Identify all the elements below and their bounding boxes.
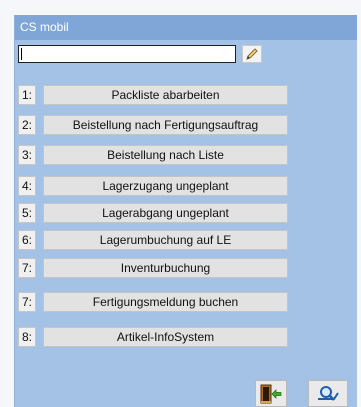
packliste-button[interactable]: Packliste abarbeiten bbox=[43, 85, 288, 105]
exit-button[interactable] bbox=[255, 380, 287, 407]
beistellung-liste-button[interactable]: Beistellung nach Liste bbox=[43, 145, 288, 165]
inventurbuchung-button[interactable]: Inventurbuchung bbox=[43, 258, 288, 278]
artikel-infosystem-button[interactable]: Artikel-InfoSystem bbox=[43, 327, 288, 347]
beistellung-fertigungsauftrag-button[interactable]: Beistellung nach Fertigungsauftrag bbox=[43, 115, 288, 135]
app-window: CS mobil 1: Packliste abarbeiten 2: Beis… bbox=[14, 15, 357, 407]
exit-door-icon bbox=[260, 384, 282, 403]
lagerabgang-button[interactable]: Lagerabgang ungeplant bbox=[43, 203, 288, 223]
scan-input[interactable] bbox=[18, 45, 236, 63]
menu-number: 4: bbox=[18, 176, 36, 196]
text-caret bbox=[21, 48, 22, 60]
lagerzugang-button[interactable]: Lagerzugang ungeplant bbox=[43, 176, 288, 196]
menu-number: 8: bbox=[18, 327, 36, 347]
fertigungsmeldung-button[interactable]: Fertigungsmeldung buchen bbox=[43, 292, 288, 312]
lagerumbuchung-button[interactable]: Lagerumbuchung auf LE bbox=[43, 230, 288, 250]
window-title: CS mobil bbox=[15, 15, 357, 40]
menu-number: 7: bbox=[18, 258, 36, 278]
menu-number: 1: bbox=[18, 85, 36, 105]
menu-number: 3: bbox=[18, 145, 36, 165]
menu-number: 7: bbox=[18, 292, 36, 312]
magnifier-icon bbox=[318, 385, 339, 401]
search-button[interactable] bbox=[308, 380, 348, 407]
pencil-icon bbox=[246, 48, 258, 60]
edit-button[interactable] bbox=[242, 45, 262, 63]
menu-number: 5: bbox=[18, 203, 36, 223]
menu-number: 6: bbox=[18, 230, 36, 250]
menu-number: 2: bbox=[18, 115, 36, 135]
